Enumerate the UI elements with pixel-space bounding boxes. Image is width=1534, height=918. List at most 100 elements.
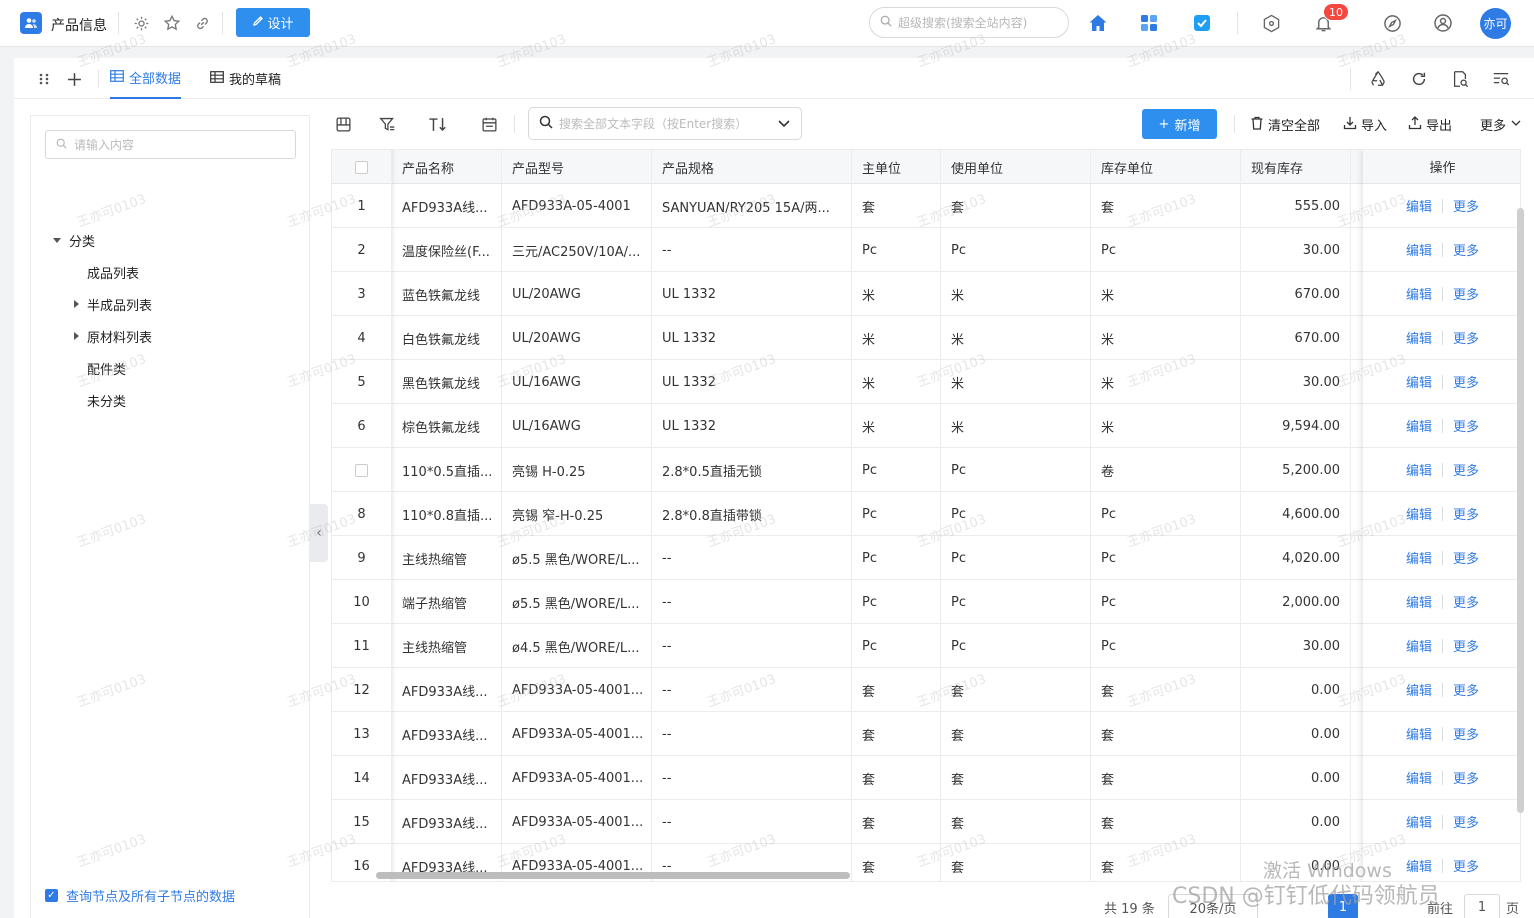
view-search-icon[interactable] [1491,69,1511,89]
vertical-scrollbar[interactable] [1517,208,1524,813]
star-icon[interactable] [162,13,182,33]
edit-link[interactable]: 编辑 [1396,856,1442,875]
add-record-button[interactable]: + 新增 [1142,109,1217,139]
edit-link[interactable]: 编辑 [1396,812,1442,831]
table-row[interactable]: 3 蓝色铁氟龙线 UL/20AWG UL 1332 米米米 670.00 [332,272,1520,316]
drag-handle-icon[interactable] [34,69,54,89]
edit-link[interactable]: 编辑 [1396,196,1442,215]
more-link[interactable]: 更多 [1443,636,1489,655]
edit-link[interactable]: 编辑 [1396,328,1442,347]
more-link[interactable]: 更多 [1443,768,1489,787]
tab-all-data[interactable]: 全部数据 [110,58,182,99]
edit-link[interactable]: 编辑 [1396,240,1442,259]
edit-link[interactable]: 编辑 [1396,460,1442,479]
field-search-input[interactable]: 搜索全部文本字段（按Enter搜索） [528,107,802,140]
column-header[interactable]: 使用单位 [941,150,1091,184]
tab-my-drafts[interactable]: 我的草稿 [210,58,281,99]
column-header[interactable]: 产品名称 [392,150,502,184]
contacts-icon[interactable] [1432,12,1454,34]
record-search-icon[interactable] [1450,69,1470,89]
edit-link[interactable]: 编辑 [1396,416,1442,435]
tree-search-input[interactable]: 请输入内容 [45,130,296,159]
select-all-header[interactable] [332,150,392,184]
chevron-down-icon[interactable] [777,116,791,133]
table-row[interactable]: 12 AFD933A线... AFD933A-05-4001... -- 套套套 0.00 [332,668,1520,712]
compass-icon[interactable] [1381,12,1403,34]
design-button[interactable]: 设计 [236,8,310,37]
clear-all-button[interactable]: 清空全部 [1250,115,1320,134]
edit-link[interactable]: 编辑 [1396,636,1442,655]
column-header[interactable]: 产品规格 [652,150,852,184]
more-link[interactable]: 更多 [1443,724,1489,743]
table-row[interactable]: 8 110*0.8直插... 亮锡 窄-H-0.25 2.8*0.8直插带锁 Pc Pc P… [332,492,1520,536]
table-row[interactable]: 13 AFD933A线... AFD933A-05-4001... -- 套套套 0.00 [332,712,1520,756]
tree-item-raw-materials[interactable]: 原材料列表 [74,326,152,346]
more-link[interactable]: 更多 [1443,196,1489,215]
select-all-checkbox[interactable] [355,160,368,174]
table-row[interactable]: 5 黑色铁氟龙线 UL/16AWG UL 1332 米米米 30.00 [332,360,1520,404]
filter-icon[interactable] [375,112,399,136]
more-link[interactable]: 更多 [1443,592,1489,611]
recycle-icon[interactable] [1368,69,1388,89]
edit-link[interactable]: 编辑 [1396,592,1442,611]
column-header[interactable]: 产品型号 [502,150,652,184]
column-header[interactable]: 现有库存 [1241,150,1351,184]
column-header[interactable]: 库存单位 [1091,150,1241,184]
collapse-sidebar-button[interactable]: ‹ [310,504,328,562]
more-link[interactable]: 更多 [1443,416,1489,435]
more-actions-dropdown[interactable]: 更多 [1480,115,1522,134]
more-link[interactable]: 更多 [1443,460,1489,479]
more-link[interactable]: 更多 [1443,856,1489,875]
include-children-checkbox[interactable]: ✓ 查询节点及所有子节点的数据 [45,886,235,905]
calendar-icon[interactable] [477,112,501,136]
tree-item-finished-products[interactable]: 成品列表 [87,262,139,282]
home-icon[interactable] [1087,12,1109,34]
refresh-icon[interactable] [1409,69,1429,89]
row-checkbox[interactable] [355,463,368,477]
more-link[interactable]: 更多 [1443,504,1489,523]
import-button[interactable]: 导入 [1343,115,1387,134]
edit-link[interactable]: 编辑 [1396,768,1442,787]
more-link[interactable]: 更多 [1443,812,1489,831]
tree-item-uncategorized[interactable]: 未分类 [87,390,126,410]
settings-gear-icon[interactable] [131,13,151,33]
tree-root-category[interactable]: 分类 [53,230,95,250]
more-link[interactable]: 更多 [1443,284,1489,303]
apps-grid-icon[interactable] [1138,12,1160,34]
table-row[interactable]: 4 白色铁氟龙线 UL/20AWG UL 1332 米米米 670.00 [332,316,1520,360]
more-link[interactable]: 更多 [1443,680,1489,699]
table-row[interactable]: 9 主线热缩管 ø5.5 黑色/WORE/L... -- Pc Pc Pc 4,020.00 [332,536,1520,580]
table-row[interactable]: 1 AFD933A线... AFD933A-05-4001 SANYUAN/RY205… [332,184,1520,228]
table-row[interactable]: 15 AFD933A线... AFD933A-05-4001... -- 套套套 0.00 [332,800,1520,844]
table-row[interactable]: 11 主线热缩管 ø4.5 黑色/WORE/L... -- Pc Pc Pc 30.00 [332,624,1520,668]
user-avatar[interactable]: 亦可 [1480,8,1511,39]
edit-link[interactable]: 编辑 [1396,680,1442,699]
table-row[interactable]: 14 AFD933A线... AFD933A-05-4001... -- 套套套 0.00 [332,756,1520,800]
edit-link[interactable]: 编辑 [1396,724,1442,743]
add-view-icon[interactable] [64,69,84,89]
tree-item-accessories[interactable]: 配件类 [87,358,126,378]
more-link[interactable]: 更多 [1443,328,1489,347]
more-link[interactable]: 更多 [1443,240,1489,259]
table-row[interactable]: 10 端子热缩管 ø5.5 黑色/WORE/L... -- Pc Pc Pc 2,000.00 [332,580,1520,624]
link-icon[interactable] [192,13,212,33]
todo-check-icon[interactable] [1191,12,1213,34]
edit-link[interactable]: 编辑 [1396,504,1442,523]
horizontal-scrollbar[interactable] [376,872,850,879]
more-link[interactable]: 更多 [1443,548,1489,567]
edit-link[interactable]: 编辑 [1396,548,1442,567]
tree-item-semi-finished[interactable]: 半成品列表 [74,294,152,314]
column-header[interactable]: 主单位 [852,150,941,184]
help-hex-icon[interactable] [1260,12,1282,34]
goto-page-input[interactable]: 1 [1464,894,1500,918]
edit-link[interactable]: 编辑 [1396,284,1442,303]
display-settings-icon[interactable] [331,112,355,136]
table-row[interactable]: 2 温度保险丝(F... 三元/AC250V/10A/... -- Pc Pc Pc 30.0… [332,228,1520,272]
more-link[interactable]: 更多 [1443,372,1489,391]
table-row[interactable]: 110*0.5直插... 亮锡 H-0.25 2.8*0.5直插无锁 Pc Pc 卷 5,2… [332,448,1520,492]
global-search-input[interactable]: 超级搜索(搜索全站内容) [869,7,1069,38]
table-row[interactable]: 6 棕色铁氟龙线 UL/16AWG UL 1332 米米米 9,594.00 [332,404,1520,448]
edit-link[interactable]: 编辑 [1396,372,1442,391]
export-button[interactable]: 导出 [1408,115,1452,134]
sort-text-icon[interactable] [426,112,450,136]
